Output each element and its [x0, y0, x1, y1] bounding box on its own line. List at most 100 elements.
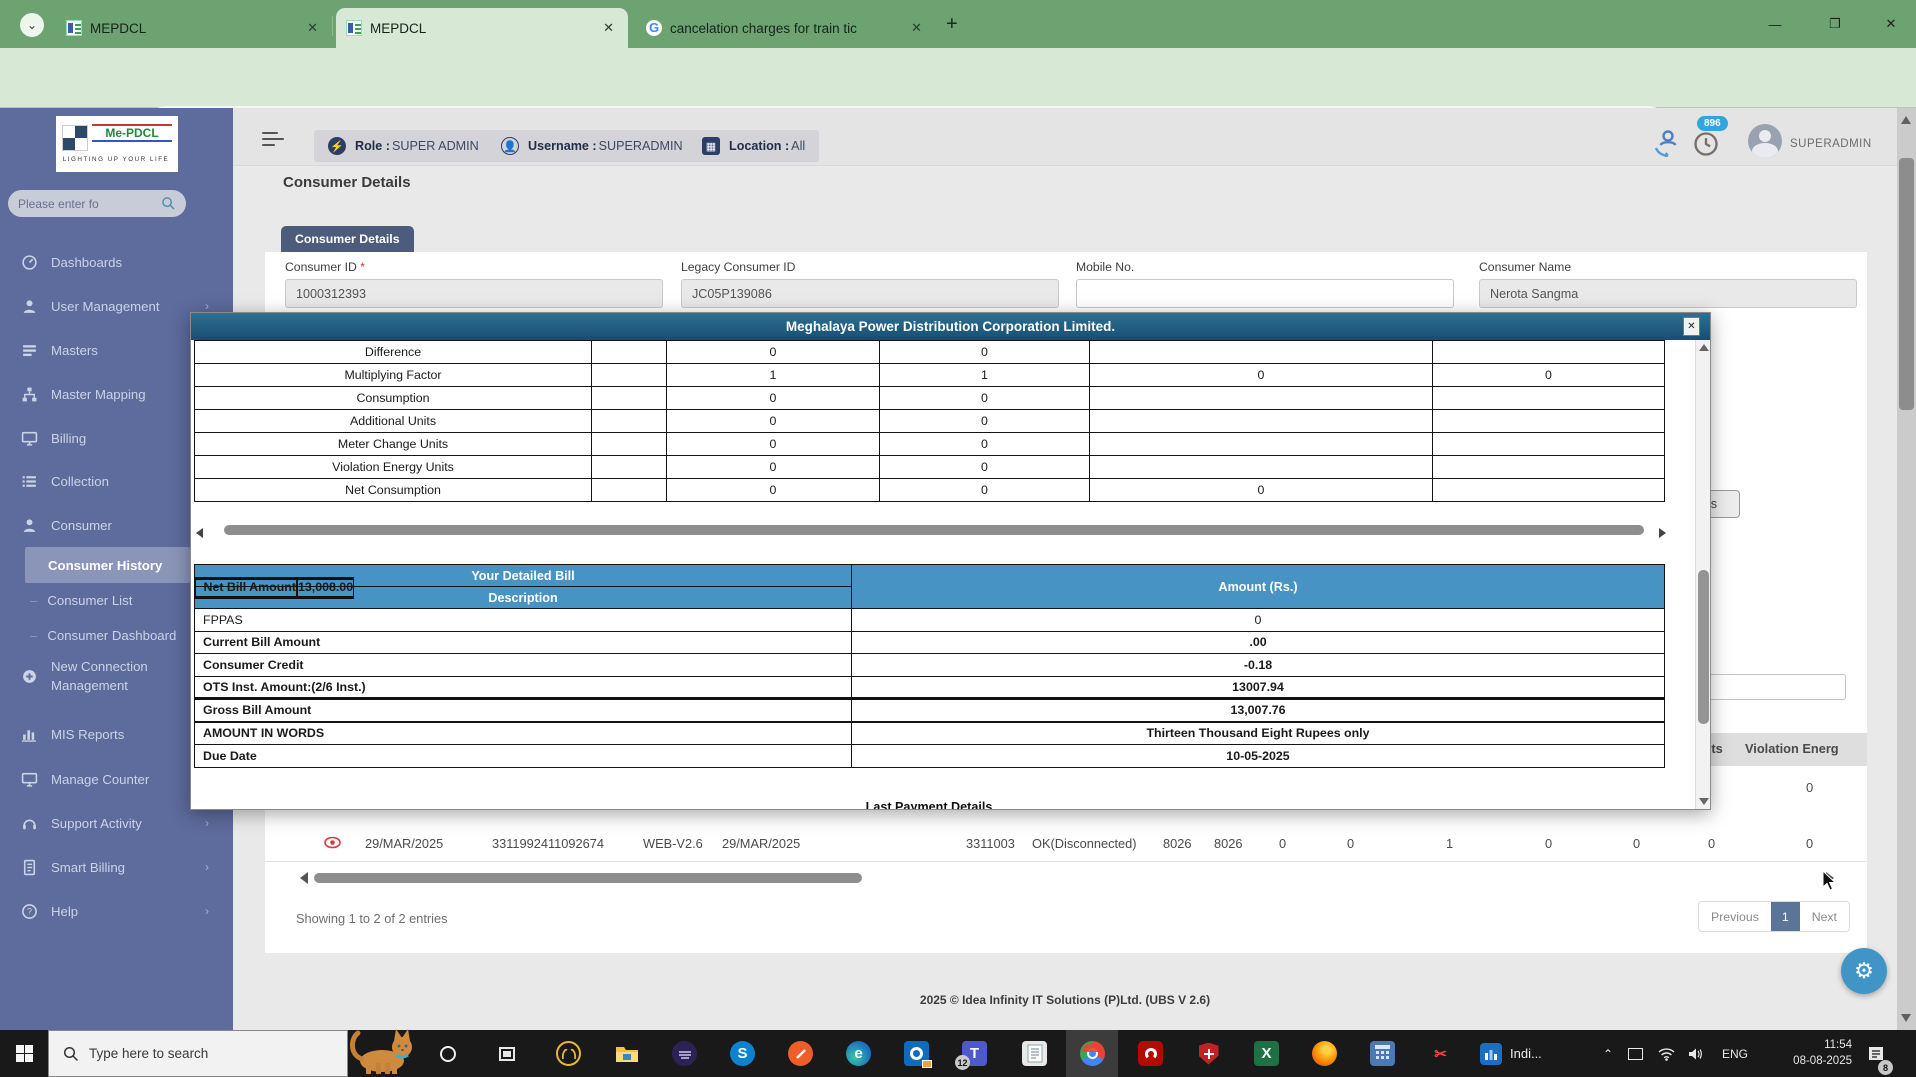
sidebar-label: Masters — [51, 343, 98, 358]
meter-cell — [1433, 387, 1665, 410]
tab-close-icon[interactable]: ✕ — [599, 20, 618, 36]
tab-close-icon[interactable]: ✕ — [303, 20, 322, 36]
sidebar-item-dashboards[interactable]: Dashboards — [0, 248, 233, 276]
window-minimize-button[interactable]: — — [1752, 0, 1798, 48]
excel-icon[interactable]: X — [1254, 1041, 1279, 1066]
sidebar-item-consumer-history[interactable]: Consumer History — [25, 547, 190, 583]
view-eye-icon[interactable] — [324, 836, 341, 849]
browser-tab-1[interactable]: MEPDCL ✕ — [56, 8, 332, 48]
scroll-right-arrow[interactable] — [1659, 528, 1666, 538]
sidebar-label: Support Activity — [51, 816, 142, 831]
edge-icon[interactable]: e — [846, 1041, 871, 1066]
sidebar-item-help[interactable]: ? Help › — [0, 897, 233, 925]
eclipse-icon[interactable] — [672, 1041, 697, 1066]
history-clock-icon[interactable] — [1692, 130, 1720, 158]
outlook-icon[interactable] — [904, 1041, 929, 1066]
legacy-id-input[interactable]: JC05P139086 — [681, 279, 1059, 308]
table-horizontal-scrollbar[interactable] — [300, 870, 1834, 886]
news-widget[interactable]: Indi... — [1480, 1030, 1570, 1077]
headset-icon — [21, 815, 38, 832]
scrollbar-thumb[interactable] — [314, 873, 862, 883]
bill-amount: 13,008.00 — [297, 577, 354, 600]
meter-row-label: Multiplying Factor — [195, 364, 592, 387]
calculator-icon[interactable] — [1370, 1041, 1395, 1066]
meter-row-label: Net Consumption — [195, 479, 592, 502]
cortana-icon[interactable] — [434, 1030, 462, 1077]
role-value: SUPER ADMIN — [392, 139, 479, 153]
sidebar-toggle-icon[interactable] — [262, 132, 284, 146]
browser-tab-3[interactable]: G cancelation charges for train tic ✕ — [636, 8, 936, 48]
teams-icon[interactable]: T 12 — [962, 1041, 987, 1066]
pen-app-icon[interactable] — [788, 1041, 813, 1066]
taskbar-search-input[interactable]: Type here to search — [48, 1030, 348, 1077]
consumer-name-input[interactable]: Nerota Sangma — [1479, 279, 1857, 308]
tab-close-icon[interactable]: ✕ — [907, 20, 926, 36]
scroll-up-arrow[interactable] — [1901, 116, 1911, 124]
sidebar-item-support-activity[interactable]: Support Activity › — [0, 809, 233, 837]
taskbar-clock[interactable]: 11:54 08-08-2025 — [1762, 1030, 1852, 1077]
meter-table-row: Meter Change Units00 — [195, 433, 1665, 456]
consumer-id-input[interactable]: 1000312393 — [285, 279, 663, 308]
bar-chart-icon — [21, 726, 38, 743]
scrollbar-thumb[interactable] — [224, 525, 1644, 535]
window-maximize-button[interactable]: ❐ — [1812, 0, 1858, 48]
meter-cell: 0 — [880, 341, 1090, 364]
action-center-icon[interactable]: 8 — [1868, 1030, 1886, 1077]
meter-cell — [1090, 456, 1433, 479]
wifi-icon[interactable] — [1658, 1030, 1675, 1077]
user-sync-icon[interactable] — [1650, 124, 1686, 160]
sidebar-search-input[interactable]: Please enter fo — [8, 190, 186, 217]
row-divider — [265, 861, 1867, 862]
mobile-input[interactable] — [1076, 279, 1454, 308]
tab-search-icon[interactable]: ⌄ — [20, 13, 44, 37]
new-tab-button[interactable]: + — [946, 14, 958, 34]
scroll-left-arrow[interactable] — [196, 528, 203, 538]
page-scrollbar[interactable] — [1897, 108, 1916, 1030]
search-icon[interactable] — [161, 196, 176, 211]
language-indicator[interactable]: ENG — [1722, 1030, 1748, 1077]
chrome-icon[interactable] — [1080, 1041, 1105, 1066]
user-avatar[interactable] — [1748, 124, 1782, 158]
previous-page-button[interactable]: Previous — [1699, 902, 1771, 931]
meter-cell: 1 — [667, 364, 880, 387]
scroll-left-arrow[interactable] — [300, 872, 308, 884]
role-icon: ⚡ — [328, 137, 346, 155]
sidebar-label: Collection — [51, 474, 109, 489]
meter-cell: 0 — [667, 410, 880, 433]
history-cell: OK(Disconnected) — [1032, 836, 1137, 851]
dash-icon: – — [30, 593, 37, 608]
notepad-icon[interactable] — [1022, 1041, 1047, 1066]
scroll-down-arrow[interactable] — [1901, 1014, 1911, 1022]
meter-row-label: Meter Change Units — [195, 433, 592, 456]
detailed-bill-table: Your Detailed Bill Amount (Rs.) Descript… — [194, 564, 1665, 768]
modal-close-icon[interactable]: ✕ — [1683, 317, 1700, 336]
meter-cell: 0 — [880, 410, 1090, 433]
volume-icon[interactable] — [1688, 1030, 1704, 1077]
tray-device-icon[interactable] — [1628, 1030, 1643, 1077]
consumer-id-label: Consumer ID * — [285, 260, 365, 274]
scrollbar-thumb[interactable] — [1698, 570, 1709, 724]
scrollbar-thumb[interactable] — [1899, 158, 1914, 410]
meter-table-row: Consumption00 — [195, 387, 1665, 410]
start-button[interactable] — [0, 1030, 48, 1077]
file-explorer-icon[interactable] — [614, 1041, 639, 1066]
security-shield-icon[interactable] — [1196, 1041, 1221, 1066]
window-close-button[interactable]: ✕ — [1868, 0, 1914, 48]
firefox-icon[interactable] — [1312, 1041, 1337, 1066]
next-page-button[interactable]: Next — [1800, 902, 1849, 931]
tray-expand-icon[interactable]: ⌃ — [1603, 1030, 1613, 1077]
snipping-tool-icon[interactable]: ✂ — [1428, 1041, 1453, 1066]
app-icon-paw[interactable] — [556, 1041, 581, 1066]
modal-vertical-scrollbar[interactable] — [1695, 340, 1710, 809]
scroll-up-arrow[interactable] — [1699, 344, 1709, 351]
scroll-down-arrow[interactable] — [1699, 798, 1709, 805]
notification-count-badge[interactable]: 896 — [1697, 116, 1728, 131]
settings-fab-gear-icon[interactable]: ⚙ — [1841, 948, 1887, 994]
current-page-button[interactable]: 1 — [1771, 902, 1800, 931]
browser-tab-2-active[interactable]: MEPDCL ✕ — [336, 8, 628, 48]
sidebar-item-smart-billing[interactable]: Smart Billing › — [0, 853, 233, 881]
consumer-details-tab[interactable]: Consumer Details — [281, 226, 414, 252]
acrobat-icon[interactable] — [1138, 1041, 1163, 1066]
task-view-icon[interactable] — [492, 1030, 522, 1077]
skype-icon[interactable]: S — [730, 1041, 755, 1066]
